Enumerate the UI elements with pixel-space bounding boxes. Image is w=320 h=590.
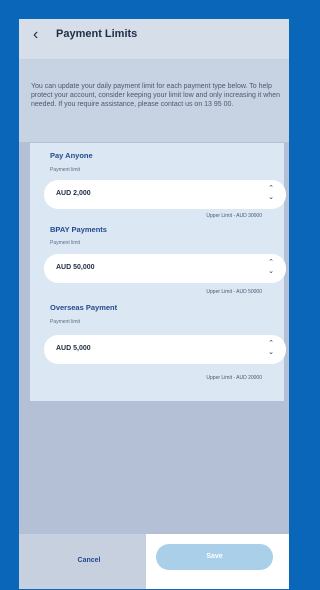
bpay-title: BPAY Payments	[50, 225, 107, 234]
payment-limits-screen: ‹ Payment Limits You can update your dai…	[19, 19, 289, 589]
save-button[interactable]: Save	[156, 544, 273, 570]
pay-anyone-limit-field[interactable]: AUD 2,000 ⌃ ⌄	[44, 180, 286, 209]
action-footer: Cancel Save	[19, 534, 289, 589]
pay-anyone-upper-limit: Upper Limit - AUD 30000	[206, 213, 262, 219]
stepper-icon[interactable]: ⌃ ⌄	[266, 258, 276, 278]
save-area: Save	[146, 534, 289, 589]
stepper-icon[interactable]: ⌃ ⌄	[266, 184, 276, 204]
page-title: Payment Limits	[56, 28, 138, 40]
overseas-title: Overseas Payment	[50, 303, 118, 312]
bpay-limit-value: AUD 50,000	[56, 264, 95, 271]
cancel-button[interactable]: Cancel	[54, 552, 124, 570]
bpay-limit-field[interactable]: AUD 50,000 ⌃ ⌄	[44, 254, 286, 283]
overseas-sublabel: Payment limit	[50, 319, 81, 325]
info-text: You can update your daily payment limit …	[31, 83, 281, 108]
pay-anyone-title: Pay Anyone	[50, 151, 93, 160]
app-header: ‹ Payment Limits	[19, 19, 289, 60]
bpay-upper-limit: Upper Limit - AUD 50000	[206, 289, 262, 295]
back-icon[interactable]: ‹	[33, 27, 49, 43]
limits-card: Pay Anyone Payment limit AUD 2,000 ⌃ ⌄ Up…	[30, 143, 286, 401]
pay-anyone-limit-value: AUD 2,000	[56, 190, 91, 197]
pay-anyone-sublabel: Payment limit	[50, 167, 81, 173]
info-panel: You can update your daily payment limit …	[19, 60, 289, 142]
overseas-upper-limit: Upper Limit - AUD 20000	[206, 375, 262, 381]
bpay-sublabel: Payment limit	[50, 240, 81, 246]
overseas-limit-value: AUD 5,000	[56, 345, 91, 352]
overseas-limit-field[interactable]: AUD 5,000 ⌃ ⌄	[44, 335, 286, 364]
stepper-icon[interactable]: ⌃ ⌄	[266, 339, 276, 359]
